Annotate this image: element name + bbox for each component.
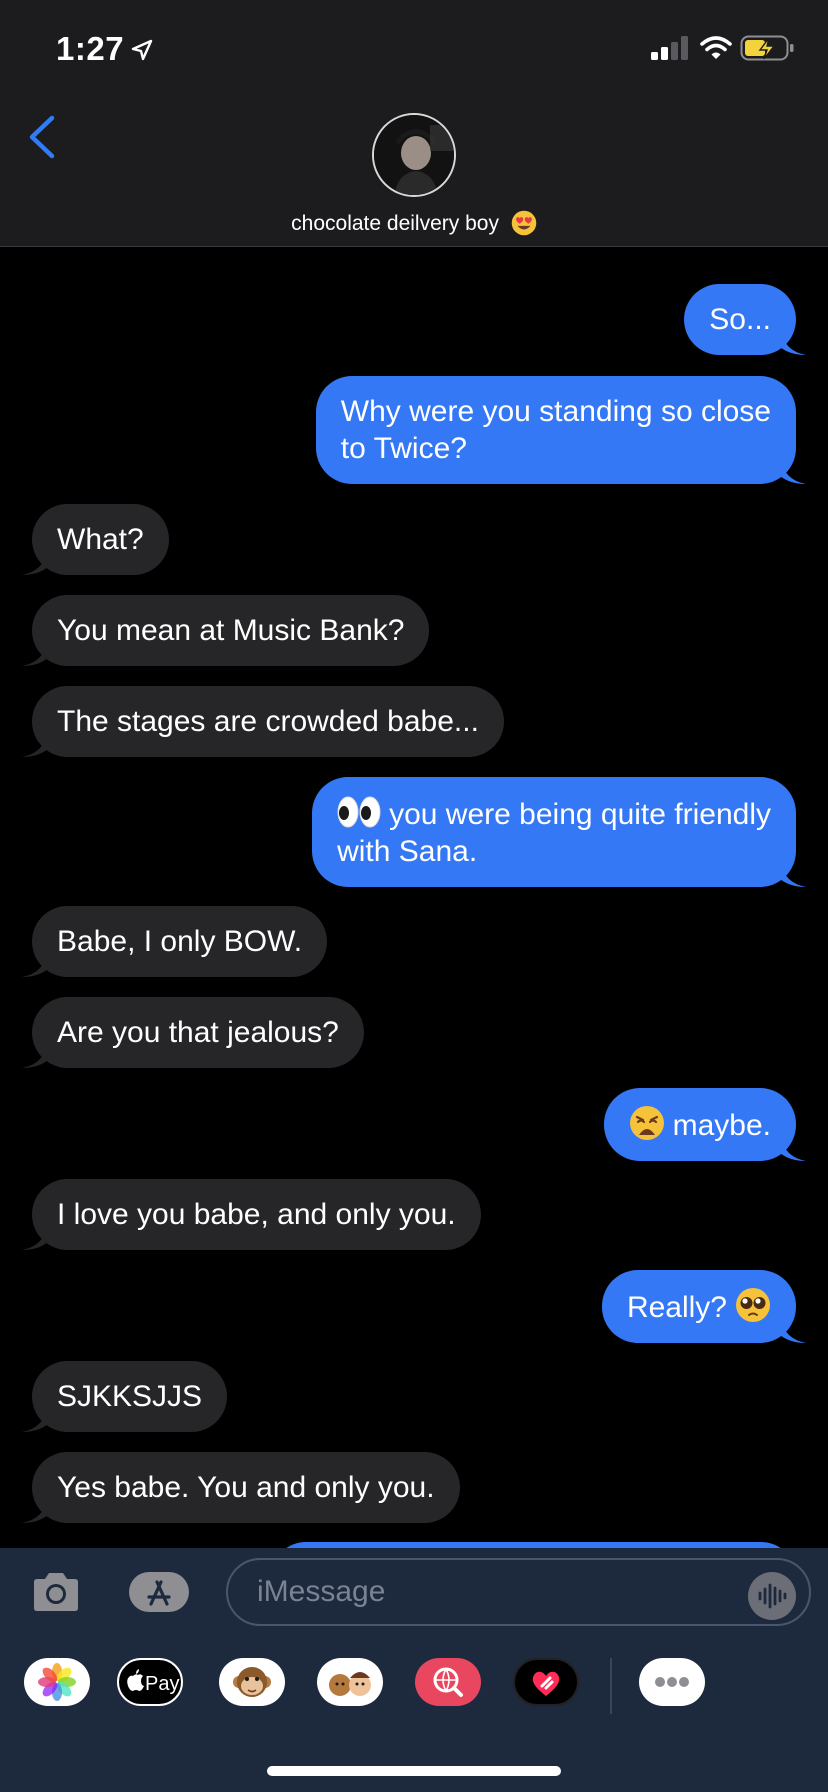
received-message-bubble[interactable]: SJKKSJJS bbox=[22, 1361, 228, 1432]
bubble-tail bbox=[22, 1042, 48, 1068]
contact-avatar[interactable] bbox=[372, 113, 456, 197]
pleading-face-emoji-icon bbox=[736, 1288, 770, 1322]
message-text: Really? bbox=[626, 1291, 727, 1324]
message-text: The stages are crowded babe... bbox=[57, 705, 479, 738]
cellular-signal-icon bbox=[651, 36, 688, 60]
apple-pay-app-icon[interactable]: Pay bbox=[117, 1658, 183, 1706]
app-drawer-divider bbox=[610, 1658, 612, 1714]
bubble-tail bbox=[780, 329, 806, 355]
ellipsis-icon bbox=[655, 1677, 689, 1687]
app-store-icon[interactable] bbox=[127, 1570, 191, 1614]
message-text: Yes babe. You and only you. bbox=[57, 1471, 435, 1504]
message-text: I love you babe, and only you. bbox=[57, 1198, 456, 1231]
status-bar: 1:27 bbox=[0, 0, 828, 100]
chevron-left-icon[interactable] bbox=[22, 112, 62, 162]
bubble-tail bbox=[22, 549, 48, 575]
bubble-tail bbox=[780, 1135, 806, 1161]
contact-name[interactable]: chocolate deilvery boy bbox=[0, 210, 828, 236]
conversation-header: chocolate deilvery boy bbox=[0, 100, 828, 247]
memoji-stickers-app-icon[interactable] bbox=[317, 1658, 383, 1706]
sent-message-bubble[interactable]: you were being quite friendly with Sana. bbox=[312, 777, 806, 887]
bubble-tail bbox=[22, 951, 48, 977]
message-text: Babe, I only BOW. bbox=[57, 925, 303, 958]
bubble-tail bbox=[22, 1497, 48, 1523]
globe-search-icon bbox=[433, 1667, 463, 1697]
animoji-app-icon[interactable] bbox=[219, 1658, 285, 1706]
apple-logo-icon: Pay bbox=[127, 1669, 179, 1695]
sent-message-bubble[interactable]: So... bbox=[684, 284, 806, 355]
message-text: Are you that jealous? bbox=[57, 1016, 339, 1049]
avatar-photo bbox=[374, 115, 454, 195]
message-input-bar bbox=[0, 1548, 828, 1636]
bubble-tail bbox=[780, 861, 806, 887]
audio-message-button[interactable] bbox=[748, 1572, 796, 1620]
received-message-bubble[interactable]: What? bbox=[22, 504, 169, 575]
received-message-bubble[interactable]: Yes babe. You and only you. bbox=[22, 1452, 460, 1523]
bubble-tail bbox=[22, 1224, 48, 1250]
memoji-faces-icon bbox=[329, 1672, 371, 1696]
bubble-tail bbox=[22, 1406, 48, 1432]
received-message-bubble[interactable]: Are you that jealous? bbox=[22, 997, 364, 1068]
message-text: You mean at Music Bank? bbox=[57, 614, 405, 647]
message-text: SJKKSJJS bbox=[57, 1380, 203, 1413]
digital-touch-app-icon[interactable] bbox=[513, 1658, 579, 1706]
message-text-line: with Sana. bbox=[337, 835, 478, 868]
weary-face-emoji-icon bbox=[629, 1106, 664, 1140]
camera-icon[interactable] bbox=[30, 1570, 82, 1614]
bubble-tail bbox=[22, 640, 48, 666]
wifi-icon bbox=[700, 36, 732, 59]
received-message-bubble[interactable]: I love you babe, and only you. bbox=[22, 1179, 481, 1250]
photos-app-icon[interactable] bbox=[24, 1658, 90, 1706]
heart-touch-icon bbox=[532, 1671, 560, 1696]
contact-name-text: chocolate deilvery boy bbox=[291, 212, 499, 235]
message-text: maybe. bbox=[672, 1109, 771, 1142]
audio-waveform-icon bbox=[758, 1583, 787, 1609]
sent-message-bubble[interactable]: maybe. bbox=[603, 1088, 806, 1161]
monkey-face-icon bbox=[233, 1667, 271, 1697]
status-time: 1:27 bbox=[56, 30, 125, 67]
heart-eyes-emoji-icon bbox=[511, 210, 537, 236]
imessage-input[interactable] bbox=[226, 1558, 811, 1626]
received-message-bubble[interactable]: Babe, I only BOW. bbox=[22, 906, 328, 977]
message-thread[interactable]: So... Why were you standing so close to … bbox=[0, 248, 828, 1548]
images-search-app-icon[interactable] bbox=[415, 1658, 481, 1706]
message-text-line: to Twice? bbox=[340, 432, 467, 465]
received-message-bubble[interactable]: You mean at Music Bank? bbox=[22, 595, 430, 666]
bubble-tail bbox=[780, 1317, 806, 1343]
apple-pay-label: Pay bbox=[145, 1673, 179, 1695]
sent-message-bubble[interactable]: Really? bbox=[601, 1270, 806, 1343]
bubble-tail bbox=[780, 458, 806, 484]
message-text: What? bbox=[57, 523, 144, 556]
photos-flower-icon bbox=[38, 1663, 76, 1701]
app-drawer: Pay bbox=[0, 1636, 828, 1792]
message-text-line: you were being quite friendly bbox=[389, 798, 771, 831]
message-text: So... bbox=[709, 303, 771, 336]
bubble-tail bbox=[22, 731, 48, 757]
home-indicator[interactable] bbox=[267, 1766, 561, 1776]
battery-charging-icon bbox=[740, 35, 794, 61]
received-message-bubble[interactable]: The stages are crowded babe... bbox=[22, 686, 504, 757]
eyes-emoji-icon bbox=[337, 796, 381, 828]
more-apps-icon[interactable] bbox=[639, 1658, 705, 1706]
location-arrow-icon bbox=[131, 39, 153, 61]
sent-message-bubble[interactable]: Why were you standing so close to Twice? bbox=[315, 376, 806, 484]
imessage-screen: 1:27 chocolate deilvery boy So... Why we… bbox=[0, 0, 828, 1792]
message-text-line: Why were you standing so close bbox=[340, 395, 771, 428]
